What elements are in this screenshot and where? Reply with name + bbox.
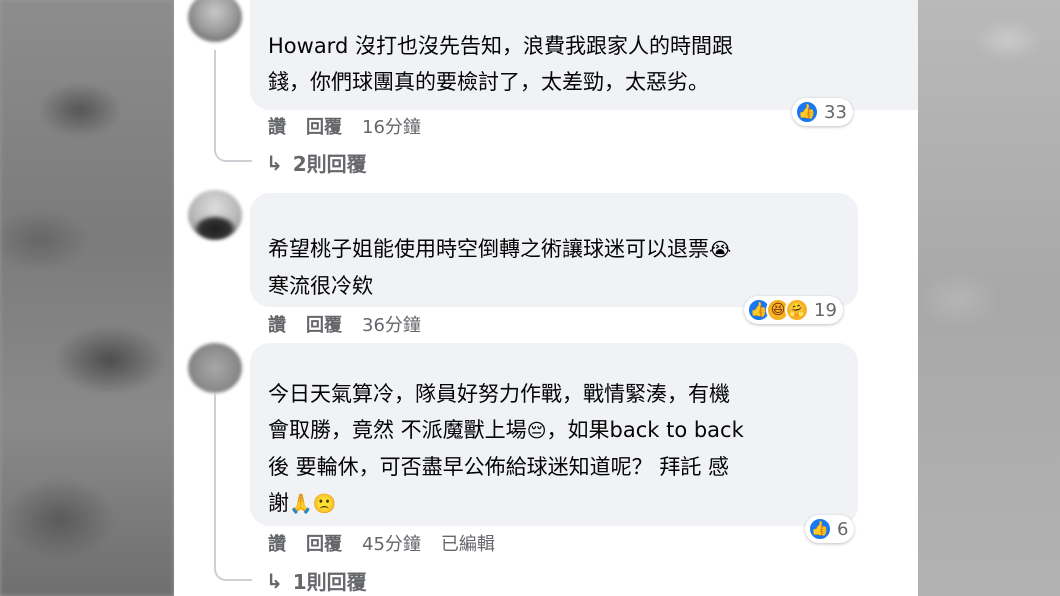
view-replies-button[interactable]: ↳ 1則回覆 <box>266 566 367 595</box>
avatar[interactable] <box>188 0 242 42</box>
comment-actions: 讚 回覆 16分鐘 <box>268 113 421 139</box>
comment-text: 希望桃子姐能使用時空倒轉之術讓球迷可以退票😭 寒流很冷欸 <box>268 237 732 298</box>
reaction-summary[interactable]: 👍 33 <box>792 98 853 126</box>
reaction-summary[interactable]: 👍 😆 🤗 19 <box>744 296 843 324</box>
timestamp[interactable]: 45分鐘 <box>362 530 421 556</box>
blurred-background-left <box>0 0 174 596</box>
reaction-count: 19 <box>814 299 837 321</box>
reply-link[interactable]: 回覆 <box>306 311 342 337</box>
reaction-summary[interactable]: 👍 6 <box>805 515 855 543</box>
comment-bubble: 今日天氣算冷，隊員好努力作戰，戰情緊湊，有機 會取勝，竟然 不派魔獸上場😔，如果… <box>250 343 858 526</box>
frowning-face-emoji: 🙁 <box>312 493 337 515</box>
comment-bubble: Howard 沒打也沒先告知，浪費我跟家人的時間跟 錢，你們球團真的要檢討了，太… <box>250 0 918 110</box>
reaction-count: 6 <box>837 518 849 540</box>
thread-connector <box>214 393 252 581</box>
timestamp[interactable]: 36分鐘 <box>362 311 421 337</box>
reply-link[interactable]: 回覆 <box>306 113 342 139</box>
like-link[interactable]: 讚 <box>268 530 286 556</box>
comment-text: 今日天氣算冷，隊員好努力作戰，戰情緊湊，有機 會取勝，竟然 不派魔獸上場😔，如果… <box>268 382 744 515</box>
comment-text: Howard 沒打也沒先告知，浪費我跟家人的時間跟 錢，你們球團真的要檢討了，太… <box>268 34 733 94</box>
replies-count-label: 2則回覆 <box>292 152 367 176</box>
comment-panel: Howard 沒打也沒先告知，浪費我跟家人的時間跟 錢，你們球團真的要檢討了，太… <box>174 0 918 596</box>
like-link[interactable]: 讚 <box>268 113 286 139</box>
timestamp[interactable]: 16分鐘 <box>362 113 421 139</box>
view-replies-button[interactable]: ↳ 2則回覆 <box>266 148 367 177</box>
reply-arrow-icon: ↳ <box>266 568 283 593</box>
pensive-face-emoji: 😔 <box>526 420 547 442</box>
avatar[interactable] <box>188 190 242 240</box>
crying-face-emoji: 😭 <box>709 239 732 261</box>
comment-bubble: 希望桃子姐能使用時空倒轉之術讓球迷可以退票😭 寒流很冷欸 <box>250 193 858 307</box>
reply-arrow-icon: ↳ <box>266 150 283 175</box>
like-link[interactable]: 讚 <box>268 311 286 337</box>
thread-connector <box>214 50 252 162</box>
like-icon: 👍 <box>808 517 832 541</box>
folded-hands-emoji: 🙏 <box>289 493 313 515</box>
care-icon: 🤗 <box>785 298 809 322</box>
edited-label: 已編輯 <box>440 534 495 555</box>
avatar[interactable] <box>188 343 242 393</box>
blurred-background-right <box>918 0 1060 596</box>
reply-link[interactable]: 回覆 <box>306 530 342 556</box>
like-icon: 👍 <box>795 100 819 124</box>
reaction-count: 33 <box>824 101 847 123</box>
comment-actions: 讚 回覆 36分鐘 <box>268 311 421 337</box>
replies-count-label: 1則回覆 <box>292 570 367 594</box>
comment-actions: 讚 回覆 45分鐘 已編輯 <box>268 530 495 556</box>
